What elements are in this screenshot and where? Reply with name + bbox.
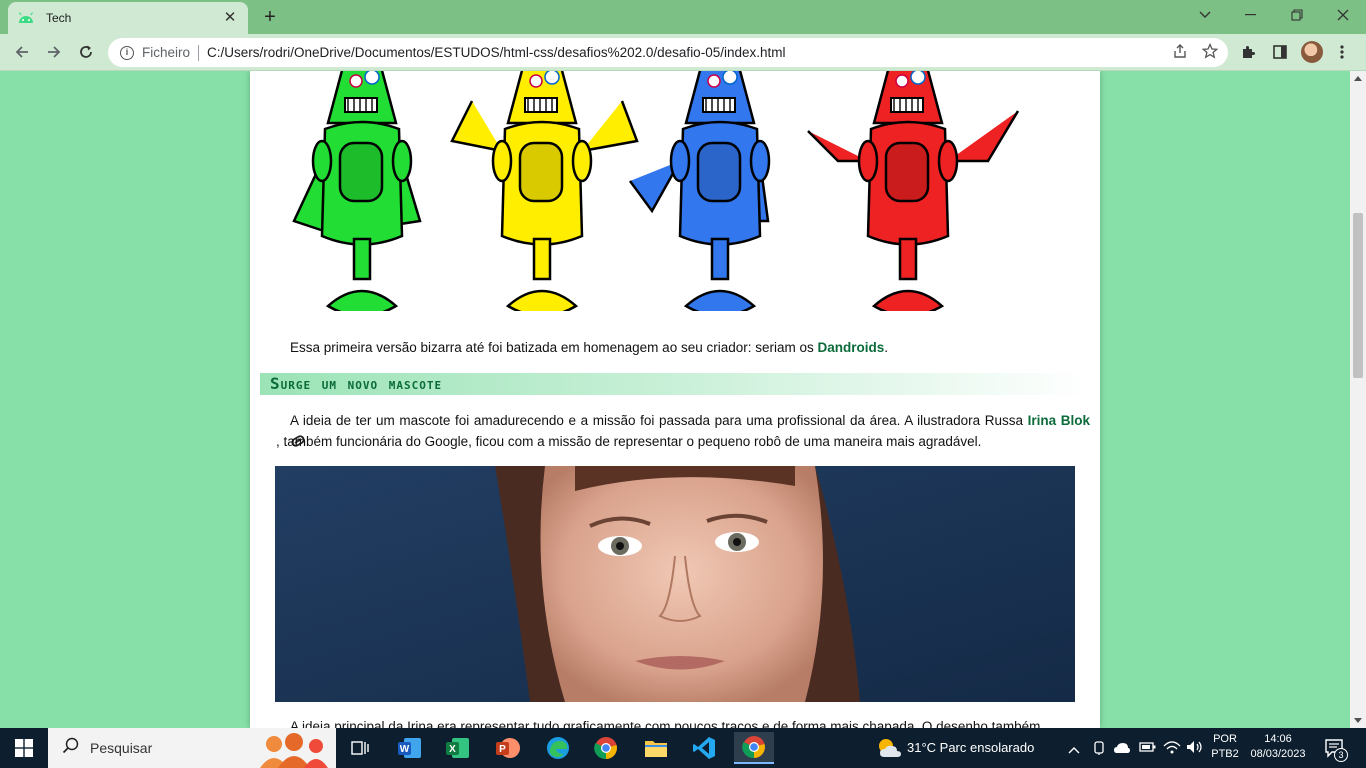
- tab-title: Tech: [46, 11, 72, 25]
- chrome-icon[interactable]: [586, 732, 626, 764]
- close-tab-icon[interactable]: ✕: [222, 10, 238, 26]
- page-viewport: Essa primeira versão bizarra até foi bat…: [0, 71, 1350, 728]
- irina-blok-link[interactable]: Irina Blok: [1028, 413, 1090, 428]
- chrome-active-window-icon[interactable]: [734, 732, 774, 764]
- green-robot: [292, 71, 422, 311]
- edge-icon[interactable]: [538, 732, 578, 764]
- para2-end: , também funcionária do Google, ficou co…: [276, 434, 982, 449]
- tab-tech[interactable]: Tech ✕: [8, 2, 248, 34]
- clock-time: 14:06: [1264, 733, 1292, 745]
- battery-icon[interactable]: [1139, 740, 1157, 759]
- share-icon[interactable]: [1172, 43, 1188, 64]
- info-icon[interactable]: i: [120, 45, 134, 60]
- side-panel-icon[interactable]: [1268, 40, 1292, 64]
- red-robot: [807, 71, 1020, 311]
- taskbar-search[interactable]: Pesquisar: [48, 728, 336, 768]
- tray-device-icon[interactable]: [1092, 740, 1106, 761]
- tab-strip: Tech ✕ +: [0, 0, 1366, 34]
- word-icon[interactable]: W: [390, 732, 430, 764]
- weather-sun-cloud-icon[interactable]: [876, 737, 902, 764]
- new-tab-button[interactable]: +: [260, 7, 280, 27]
- wifi-icon[interactable]: [1163, 739, 1181, 760]
- scroll-down-arrow-icon[interactable]: [1354, 718, 1362, 723]
- weather-text[interactable]: 31°C Parc ensolarado: [907, 740, 1034, 755]
- para2-start: A ideia de ter um mascote foi amadurecen…: [290, 413, 1028, 428]
- address-url[interactable]: C:/Users/rodri/OneDrive/Documentos/ESTUD…: [207, 45, 785, 60]
- svg-text:X: X: [449, 744, 456, 755]
- excel-icon[interactable]: X: [438, 732, 478, 764]
- keyboard-layout: PTB2: [1211, 748, 1239, 760]
- file-explorer-icon[interactable]: [636, 732, 676, 764]
- svg-text:W: W: [400, 744, 410, 755]
- para3-text: A ideia principal da Irina era represent…: [290, 719, 1041, 728]
- close-window-icon[interactable]: [1320, 0, 1366, 30]
- address-divider: [198, 44, 200, 61]
- task-view-icon[interactable]: [340, 732, 380, 764]
- search-label: Pesquisar: [90, 740, 153, 756]
- address-scheme: Ficheiro: [142, 45, 191, 60]
- para1-end: .: [884, 340, 889, 355]
- language-code: POR: [1213, 733, 1237, 745]
- search-highlight-people-icon: [256, 732, 336, 768]
- minimize-icon[interactable]: [1228, 0, 1274, 30]
- windows-taskbar: Pesquisar W X P 31°C Parc ensolarado POR…: [0, 728, 1366, 768]
- paperclip-link-icon[interactable]: [260, 433, 305, 447]
- clock-date: 08/03/2023: [1250, 748, 1306, 760]
- section-heading: Surge um novo mascote: [260, 373, 1090, 395]
- notification-count-badge: 3: [1334, 748, 1348, 762]
- scrollbar-thumb[interactable]: [1353, 213, 1363, 378]
- android-icon: [18, 10, 34, 26]
- back-arrow-icon[interactable]: [10, 40, 34, 64]
- dandroids-illustration: [292, 71, 1020, 311]
- profile-avatar[interactable]: [1300, 40, 1324, 64]
- reload-icon[interactable]: [74, 40, 98, 64]
- dandroids-highlight: Dandroids: [817, 340, 885, 355]
- svg-text:P: P: [499, 744, 506, 755]
- powerpoint-icon[interactable]: P: [488, 732, 528, 764]
- vscode-icon[interactable]: [684, 732, 724, 764]
- system-clock[interactable]: 14:06 08/03/2023: [1248, 732, 1308, 762]
- irina-blok-photo: [275, 466, 1075, 702]
- content-column: Essa primeira versão bizarra até foi bat…: [250, 71, 1100, 728]
- forward-arrow-icon[interactable]: [42, 40, 66, 64]
- tab-search-icon[interactable]: [1182, 0, 1228, 30]
- paragraph-mascot: A ideia de ter um mascote foi amadurecen…: [260, 410, 1090, 452]
- yellow-robot: [450, 71, 639, 311]
- extensions-puzzle-icon[interactable]: [1236, 40, 1260, 64]
- scroll-up-arrow-icon[interactable]: [1354, 76, 1362, 81]
- show-hidden-icons-chevron-icon[interactable]: [1068, 741, 1080, 759]
- menu-kebab-icon[interactable]: [1330, 40, 1354, 64]
- paragraph-dandroids: Essa primeira versão bizarra até foi bat…: [260, 337, 1090, 358]
- bookmark-star-icon[interactable]: [1201, 42, 1219, 64]
- browser-toolbar: i Ficheiro C:/Users/rodri/OneDrive/Docum…: [0, 34, 1366, 71]
- vertical-scrollbar[interactable]: [1350, 71, 1366, 728]
- para1-text: Essa primeira versão bizarra até foi bat…: [290, 340, 818, 355]
- blue-robot: [628, 71, 771, 311]
- search-icon: [62, 737, 80, 760]
- onedrive-cloud-icon[interactable]: [1113, 741, 1131, 759]
- volume-speaker-icon[interactable]: [1186, 740, 1204, 759]
- address-bar[interactable]: i Ficheiro C:/Users/rodri/OneDrive/Docum…: [108, 38, 1228, 67]
- paragraph-idea: A ideia principal da Irina era represent…: [260, 716, 1090, 728]
- keyboard-language[interactable]: POR PTB2: [1206, 732, 1244, 762]
- restore-icon[interactable]: [1274, 0, 1320, 30]
- windows-start-icon[interactable]: [0, 728, 48, 768]
